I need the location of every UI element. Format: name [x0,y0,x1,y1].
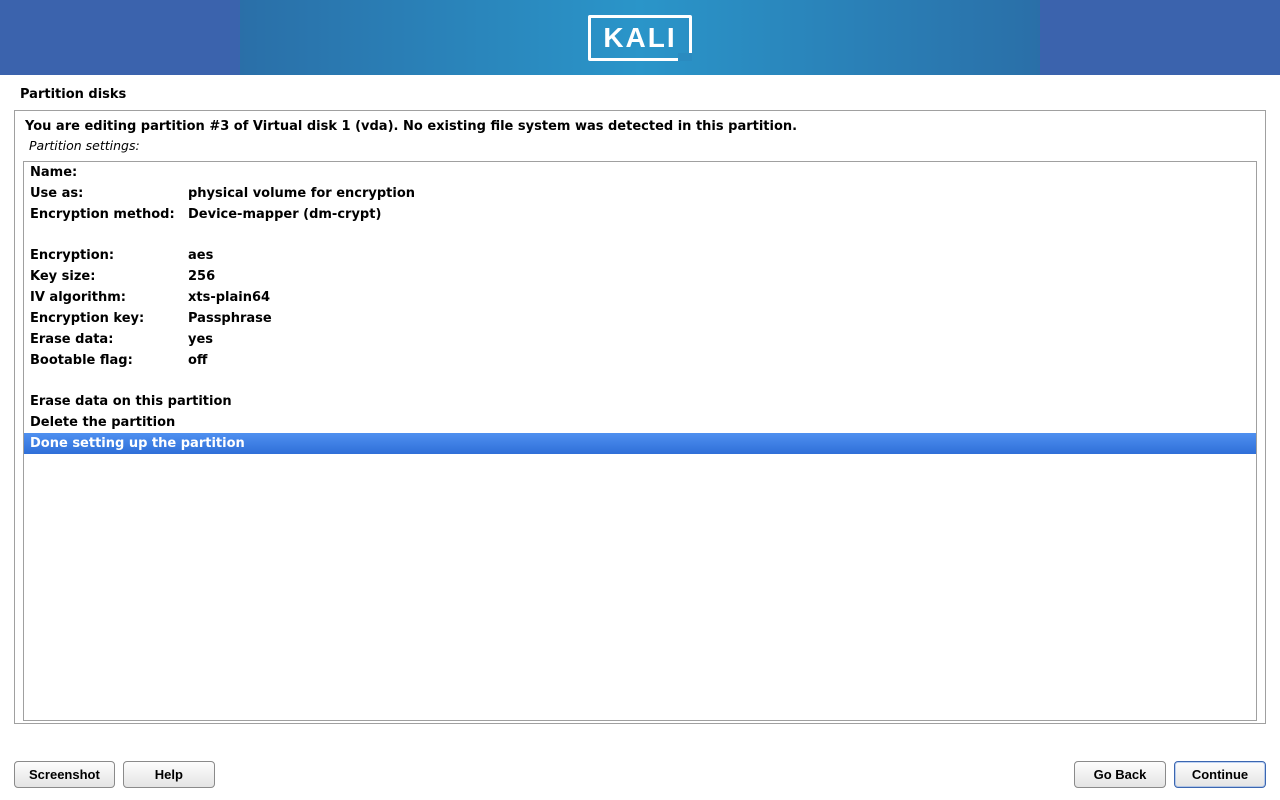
partition-description: You are editing partition #3 of Virtual … [23,119,1257,138]
action-erase-data[interactable]: Erase data on this partition [24,391,1256,412]
setting-value: 256 [188,269,1250,284]
setting-value [188,165,1250,180]
setting-key: Key size: [30,269,188,284]
setting-key: Encryption key: [30,311,188,326]
go-back-button[interactable]: Go Back [1074,761,1166,788]
setting-key: Use as: [30,186,188,201]
partition-subdescription: Partition settings: [23,138,1257,161]
action-done-setting-up[interactable]: Done setting up the partition [24,433,1256,454]
setting-value: yes [188,332,1250,347]
header-banner: KALI [0,0,1280,75]
setting-key: Encryption method: [30,207,188,222]
action-label: Delete the partition [30,415,1250,430]
setting-row-bootable-flag[interactable]: Bootable flag: off [24,350,1256,371]
setting-key: Bootable flag: [30,353,188,368]
action-delete-partition[interactable]: Delete the partition [24,412,1256,433]
screenshot-button[interactable]: Screenshot [14,761,115,788]
setting-row-iv-algorithm[interactable]: IV algorithm: xts-plain64 [24,287,1256,308]
page-title: Partition disks [0,75,1280,110]
banner-right [1040,0,1280,75]
setting-value: off [188,353,1250,368]
help-button[interactable]: Help [123,761,215,788]
setting-row-key-size[interactable]: Key size: 256 [24,266,1256,287]
footer-bar: Screenshot Help Go Back Continue [0,749,1280,800]
action-label: Done setting up the partition [30,436,1250,451]
setting-value: physical volume for encryption [188,186,1250,201]
setting-value: aes [188,248,1250,263]
banner-left [0,0,240,75]
blank-row [24,225,1256,245]
setting-row-use-as[interactable]: Use as: physical volume for encryption [24,183,1256,204]
content-frame: You are editing partition #3 of Virtual … [14,110,1266,724]
setting-key: IV algorithm: [30,290,188,305]
action-label: Erase data on this partition [30,394,1250,409]
setting-row-encryption-method[interactable]: Encryption method: Device-mapper (dm-cry… [24,204,1256,225]
kali-logo: KALI [588,15,691,61]
setting-value: Passphrase [188,311,1250,326]
setting-key: Name: [30,165,188,180]
kali-logo-text: KALI [603,22,676,53]
setting-row-name[interactable]: Name: [24,162,1256,183]
setting-row-encryption[interactable]: Encryption: aes [24,245,1256,266]
setting-row-encryption-key[interactable]: Encryption key: Passphrase [24,308,1256,329]
setting-key: Encryption: [30,248,188,263]
setting-row-erase-data[interactable]: Erase data: yes [24,329,1256,350]
setting-value: Device-mapper (dm-crypt) [188,207,1250,222]
setting-key: Erase data: [30,332,188,347]
footer-spacer [223,761,1074,788]
continue-button[interactable]: Continue [1174,761,1266,788]
settings-list: Name: Use as: physical volume for encryp… [23,161,1257,721]
blank-row [24,371,1256,391]
setting-value: xts-plain64 [188,290,1250,305]
banner-center: KALI [240,0,1040,75]
